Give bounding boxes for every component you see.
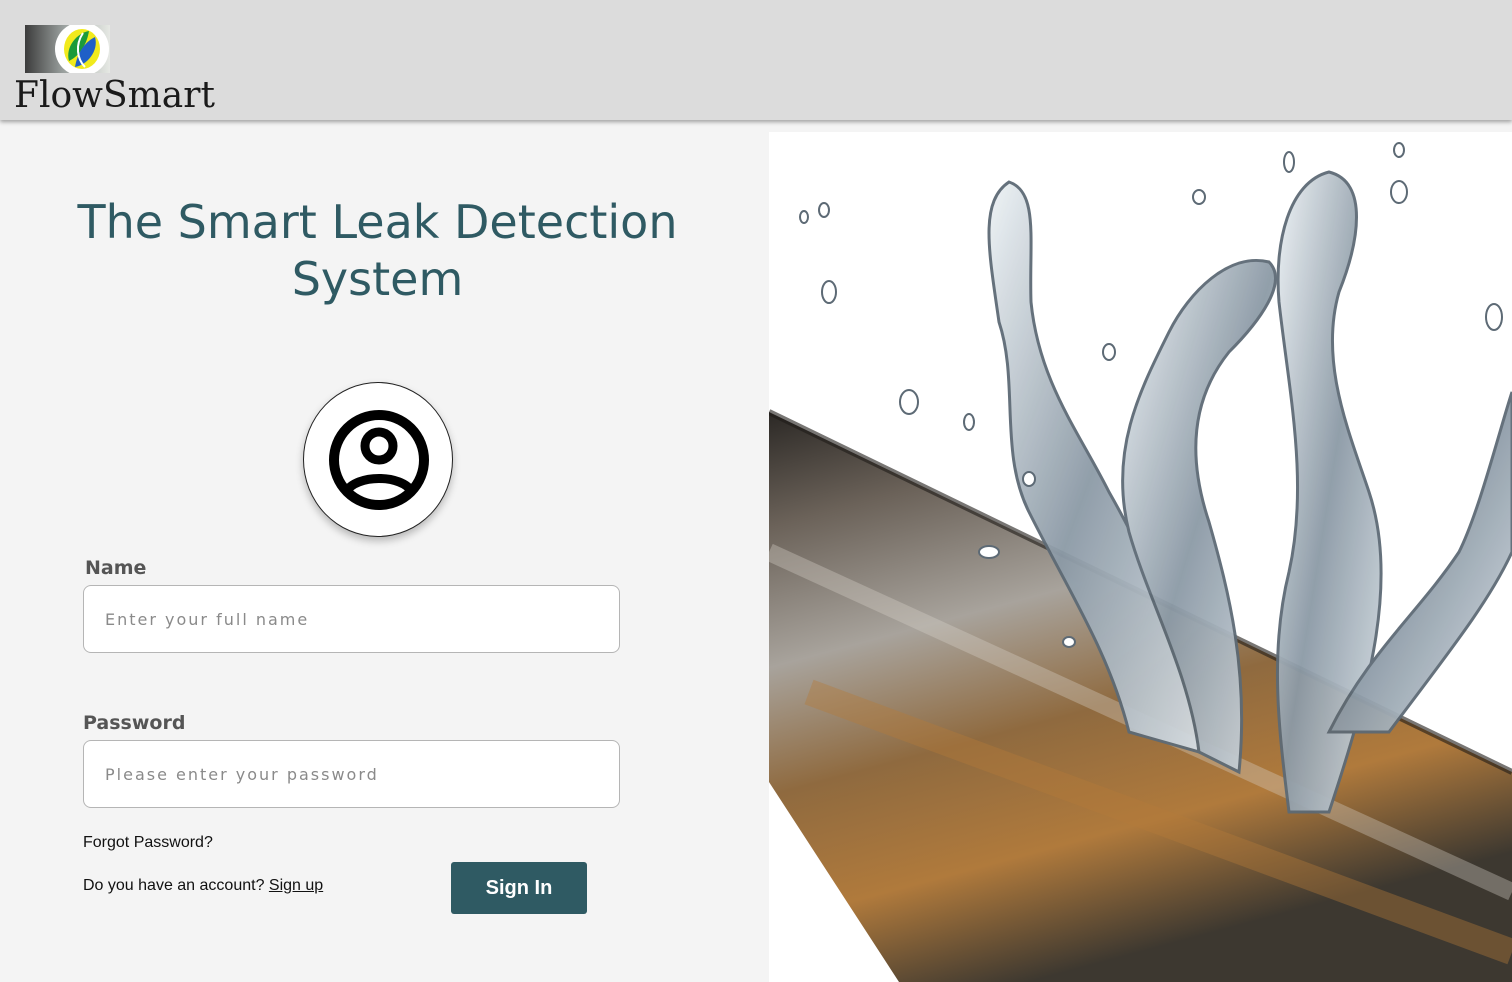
user-circle-icon <box>329 410 429 510</box>
name-label: Name <box>85 557 147 579</box>
forgot-password-link[interactable]: Forgot Password? <box>83 834 213 852</box>
login-panel: The Smart Leak Detection System Name Pas… <box>0 120 769 982</box>
account-prompt-text: Do you have an account? <box>83 877 269 894</box>
avatar <box>303 382 453 537</box>
password-label: Password <box>83 712 186 734</box>
name-input[interactable] <box>83 585 620 653</box>
sign-in-button[interactable]: Sign In <box>451 862 587 914</box>
brand-name[interactable]: FlowSmart <box>14 74 215 118</box>
page-title: The Smart Leak Detection System <box>77 195 678 306</box>
flowsmart-logo-icon <box>25 25 110 73</box>
top-header: FlowSmart <box>0 0 1512 120</box>
account-prompt: Do you have an account? Sign up <box>83 877 323 895</box>
sign-up-link[interactable]: Sign up <box>269 877 323 894</box>
password-input[interactable] <box>83 740 620 808</box>
hero-image <box>769 132 1512 982</box>
